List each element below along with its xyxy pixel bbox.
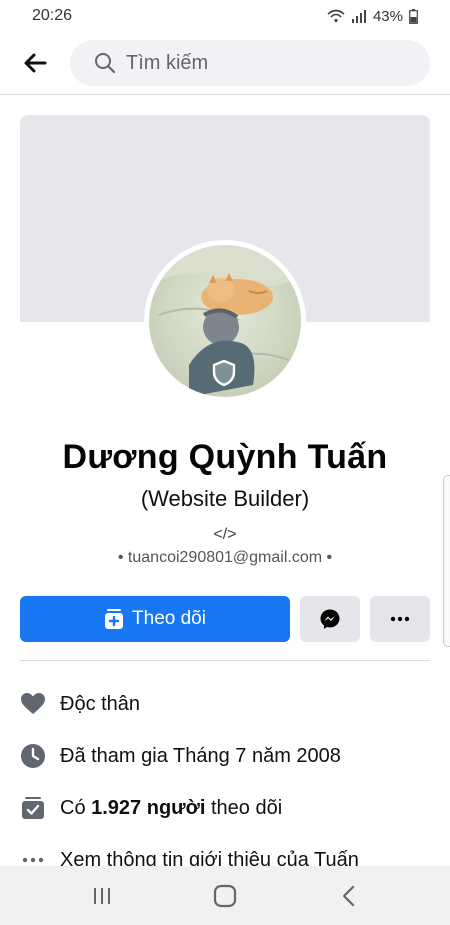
- actions-divider: [20, 660, 430, 661]
- battery-percent: 43%: [372, 7, 403, 25]
- follow-button[interactable]: Theo dõi: [20, 596, 290, 642]
- home-button[interactable]: [195, 871, 255, 921]
- search-placeholder: Tìm kiếm: [126, 51, 209, 74]
- recent-apps-icon: [93, 887, 110, 904]
- bio-email: • tuancoi290801@gmail.com •: [117, 549, 333, 566]
- avatar-ring: [144, 240, 306, 402]
- search-header: Tìm kiếm: [0, 38, 450, 88]
- follow-icon: [105, 609, 124, 629]
- signal-icon: [351, 10, 366, 23]
- messenger-button[interactable]: [300, 596, 360, 642]
- status-icons: 43%: [327, 8, 418, 25]
- info-relationship: Độc thân: [20, 678, 440, 730]
- profile-guard-icon: [211, 359, 237, 392]
- followers-count: 1.927 người: [91, 796, 206, 819]
- profile-name: Dương Quỳnh Tuấn: [62, 438, 388, 476]
- system-back-button[interactable]: [318, 871, 378, 921]
- scroll-handle[interactable]: [443, 475, 450, 647]
- arrow-left-icon: [24, 53, 47, 73]
- clock-icon: [20, 743, 46, 769]
- search-input[interactable]: Tìm kiếm: [70, 40, 430, 86]
- recent-apps-button[interactable]: [72, 871, 132, 921]
- followers-prefix: Có: [60, 796, 92, 819]
- system-nav-bar: [0, 866, 450, 925]
- bio-code-tag: </>: [213, 526, 237, 543]
- info-joined-text: Đã tham gia Tháng 7 năm 2008: [60, 744, 341, 767]
- info-followers-text: Có 1.927 người theo dõi: [60, 797, 282, 820]
- followers-suffix: theo dõi: [205, 796, 283, 819]
- info-joined: Đã tham gia Tháng 7 năm 2008: [20, 730, 440, 782]
- info-followers[interactable]: Có 1.927 người theo dõi: [20, 782, 440, 834]
- back-button[interactable]: [0, 38, 70, 88]
- profile-actions: Theo dõi: [20, 596, 430, 642]
- more-horizontal-icon: [390, 616, 410, 622]
- more-options-button[interactable]: [370, 596, 430, 642]
- avatar[interactable]: [149, 245, 301, 397]
- home-icon: [213, 884, 237, 907]
- profile-subtitle: (Website Builder): [140, 486, 310, 511]
- battery-icon: [409, 8, 418, 24]
- info-relationship-text: Độc thân: [60, 692, 141, 715]
- follower-icon: [20, 795, 46, 821]
- messenger-icon: [320, 609, 340, 629]
- status-bar: 20:26 43%: [0, 0, 450, 32]
- follow-button-label: Theo dõi: [132, 608, 206, 629]
- chevron-left-icon: [343, 885, 355, 906]
- header-divider: [0, 94, 450, 95]
- wifi-icon: [327, 9, 345, 23]
- status-time: 20:26: [32, 7, 73, 24]
- profile-info-list: Độc thân Đã tham gia Tháng 7 năm 2008 Có…: [20, 678, 440, 886]
- search-icon: [95, 53, 116, 74]
- heart-icon: [20, 691, 46, 717]
